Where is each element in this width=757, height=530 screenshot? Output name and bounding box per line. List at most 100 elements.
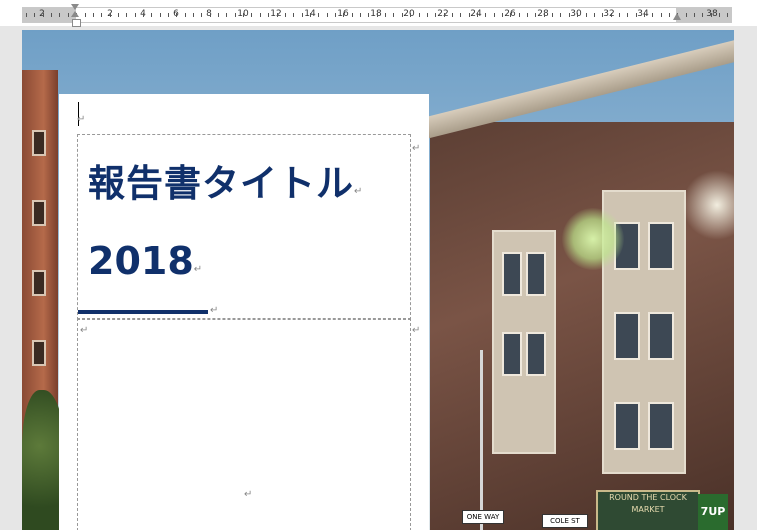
ruler-tick: [234, 13, 236, 17]
ruler-tick: [84, 13, 86, 17]
ruler-tick: [510, 13, 512, 17]
ruler-tick: [426, 13, 428, 17]
ruler-number: 20: [403, 9, 415, 19]
ruler-tick: [201, 13, 203, 17]
street-sign: COLE ST: [542, 514, 588, 528]
ruler-tick: [385, 13, 387, 17]
ruler-number: 32: [603, 9, 615, 19]
paragraph-mark: ↵: [193, 264, 203, 275]
ruler-tick: [577, 13, 579, 17]
market-sign: ROUND THE CLOCK MARKET: [596, 490, 700, 530]
ruler-tick: [42, 13, 44, 17]
ruler-tick: [184, 13, 186, 17]
horizontal-ruler-bar: 2 2 4 6 8 10 12 14 16 18 20 22 24 26 28 …: [0, 0, 757, 27]
7up-sign: 7UP: [698, 494, 728, 530]
ruler-tick: [284, 13, 286, 17]
report-title-text: 報告書タイトル: [88, 162, 354, 205]
ruler-tick: [560, 13, 562, 17]
ruler-tick: [585, 13, 587, 17]
title-accent-line: [78, 310, 208, 314]
ruler-tick: [418, 13, 420, 17]
ruler-tick: [710, 13, 712, 17]
ruler-tick: [176, 13, 178, 17]
ruler-number: 38: [706, 9, 718, 19]
ruler-tick: [485, 13, 487, 17]
ruler-tick: [568, 13, 570, 17]
street-sign: ONE WAY: [462, 510, 504, 524]
ruler-tick: [618, 13, 620, 17]
ruler-right-margin: [676, 8, 732, 22]
ruler-tick: [67, 13, 69, 17]
report-title[interactable]: 報告書タイトル↵: [88, 153, 363, 207]
ruler-tick: [218, 13, 219, 17]
ruler-tick: [685, 13, 687, 17]
ruler-tick: [410, 13, 412, 17]
ruler-tick: [527, 13, 528, 17]
document-page[interactable]: ROUND THE CLOCK MARKET 7UP ONE WAY COLE …: [22, 30, 734, 530]
ruler-tick: [627, 13, 629, 17]
ruler-tick: [126, 13, 128, 17]
ruler-tick: [243, 13, 245, 17]
ruler-tick: [159, 13, 161, 17]
ruler-tick: [535, 13, 537, 17]
ruler-tick: [335, 13, 336, 17]
ruler-tick: [226, 13, 228, 17]
ruler-tick: [101, 13, 103, 17]
ruler-number: 30: [570, 9, 582, 19]
ruler-tick: [643, 13, 645, 17]
ruler-tick: [719, 13, 721, 17]
paragraph-mark: ↵: [77, 114, 86, 125]
paragraph-mark: ↵: [354, 186, 364, 197]
ruler-tick: [51, 13, 52, 17]
ruler-tick: [293, 13, 295, 17]
ruler-tick: [468, 13, 470, 17]
ruler-tick: [727, 13, 729, 17]
ruler-tick: [309, 13, 311, 17]
ruler-tick: [610, 13, 612, 17]
ruler-tick: [209, 13, 211, 17]
paragraph-mark: ↵: [80, 325, 89, 336]
ruler-tick: [443, 13, 445, 17]
cover-text-panel[interactable]: ↵ ↵ 報告書タイトル↵ 2018↵ ↵ ↵ ↵ ↵: [59, 94, 429, 530]
title-textbox[interactable]: ↵ 報告書タイトル↵ 2018↵ ↵: [77, 134, 420, 320]
ruler-tick: [393, 13, 395, 17]
ruler-tick: [276, 13, 278, 17]
street-pole: [480, 350, 483, 530]
ruler-tick: [351, 13, 353, 17]
ruler-tick: [34, 13, 36, 17]
ruler-tick: [151, 13, 153, 17]
hanging-indent-marker[interactable]: [71, 11, 79, 17]
ruler-tick: [660, 13, 662, 17]
bay-window: [492, 230, 556, 454]
ruler-tick: [593, 13, 595, 17]
report-year[interactable]: 2018↵: [88, 239, 202, 283]
horizontal-ruler[interactable]: 2 2 4 6 8 10 12 14 16 18 20 22 24 26 28 …: [22, 7, 732, 23]
paragraph-mark: ↵: [210, 305, 219, 316]
ruler-tick: [134, 13, 136, 17]
ruler-tick: [251, 13, 253, 17]
ruler-tick: [694, 13, 695, 17]
ruler-tick: [109, 13, 111, 17]
ruler-tick: [26, 13, 27, 17]
right-indent-marker[interactable]: [673, 13, 681, 20]
lens-flare: [562, 208, 624, 270]
ruler-tick: [543, 13, 545, 17]
ruler-tick: [552, 13, 554, 17]
ruler-tick: [702, 13, 704, 17]
ruler-tick: [518, 13, 520, 17]
first-line-indent-marker[interactable]: [71, 4, 79, 10]
paragraph-mark: ↵: [412, 143, 421, 154]
ruler-tick: [602, 13, 604, 17]
paragraph-mark: ↵: [244, 489, 253, 500]
ruler-tick: [401, 13, 403, 17]
ruler-tick: [435, 13, 437, 17]
ruler-tick: [59, 13, 61, 17]
report-year-text: 2018: [88, 239, 194, 283]
ruler-tick: [193, 13, 194, 17]
ruler-tick: [451, 13, 453, 17]
ruler-tick: [652, 13, 654, 17]
ruler-tick: [493, 13, 495, 17]
body-textbox[interactable]: ↵ ↵ ↵: [77, 318, 420, 530]
ruler-tick: [318, 13, 320, 17]
left-indent-marker[interactable]: [72, 19, 81, 27]
